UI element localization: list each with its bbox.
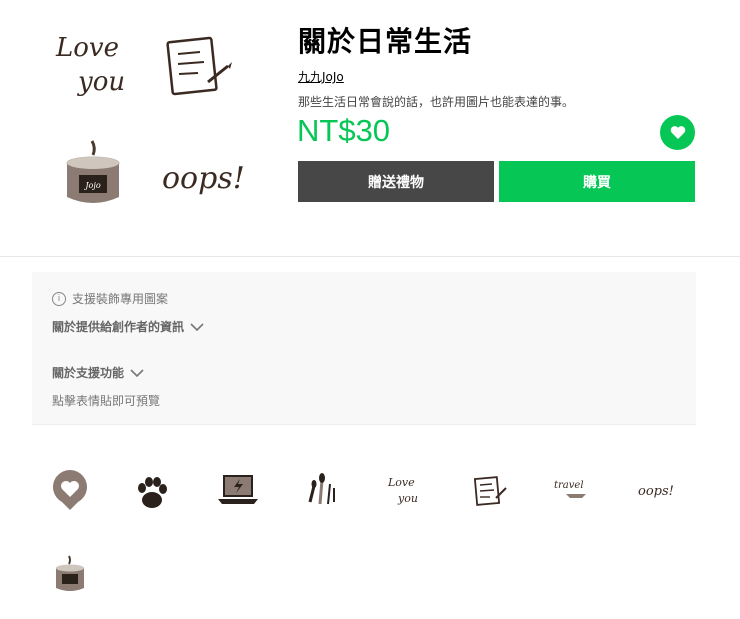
hero-love-text: Love [55,33,119,63]
creator-info-toggle[interactable]: 關於提供給創作者的資訊 [52,318,204,335]
laptop-icon [218,475,258,504]
oops-icon: oops! [638,484,674,499]
support-note: i 支援裝飾專用圖案 [52,290,168,307]
hero-notepad-sticker [160,28,250,118]
hero-oops-text: oops! [162,161,245,196]
sticker-paw-print[interactable] [128,468,176,516]
hero-sticker-preview: Love you Jojo oops! [50,18,250,218]
sticker-love-text: Love [387,476,415,489]
sticker-travel-text: travel [554,480,584,491]
hero-love-you-sticker: Love you [50,18,140,108]
heart-icon [670,126,685,139]
buy-button[interactable]: 購買 [499,161,695,202]
candle-icon [56,555,84,591]
sticker-love-you[interactable]: Love you [384,466,432,514]
author-link[interactable]: 九九JoJo [298,68,344,85]
product-description: 那些生活日常會說的話，也許用圖片也能表達的事。 [298,95,575,109]
sticker-you-text: you [397,492,418,505]
sticker-oops[interactable]: oops! [636,466,684,514]
creator-info-label: 關於提供給創作者的資訊 [52,320,185,334]
info-icon: i [52,291,66,306]
section-divider [0,256,740,257]
support-feature-toggle[interactable]: 關於支援功能 [52,364,144,381]
sticker-notepad[interactable] [468,466,516,514]
svg-text:Jojo: Jojo [83,181,101,190]
paw-icon [138,477,167,508]
sticker-candle[interactable] [46,552,94,600]
sticker-makeup-brushes[interactable] [298,466,346,514]
chevron-down-icon [190,322,204,331]
support-feature-label: 關於支援功能 [52,366,125,380]
info-panel: i 支援裝飾專用圖案 關於提供給創作者的資訊 關於支援功能 點擊表情貼即可預覽 [32,272,696,424]
travel-icon: travel [554,480,586,498]
sticker-heart-bubble[interactable] [46,466,94,514]
grid-divider [32,424,696,425]
hero-candle-sticker: Jojo [55,133,145,223]
sticker-oops-text: oops! [638,484,674,499]
brushes-icon [308,473,335,505]
sticker-travel[interactable]: travel [550,466,598,514]
love-you-icon: Love you [387,476,418,505]
preview-hint: 點擊表情貼即可預覽 [52,394,161,408]
support-note-text: 支援裝飾專用圖案 [72,292,169,306]
sticker-laptop[interactable] [214,466,262,514]
favorite-button[interactable] [660,115,695,150]
hero-you-text: you [77,67,125,97]
gift-button[interactable]: 贈送禮物 [298,161,494,202]
price-label: NT$30 [297,113,391,148]
heart-bubble-icon [53,470,87,510]
notepad-icon [473,476,507,506]
page-title: 關於日常生活 [298,25,473,58]
hero-oops-sticker: oops! [160,138,260,228]
chevron-down-icon [130,368,144,377]
